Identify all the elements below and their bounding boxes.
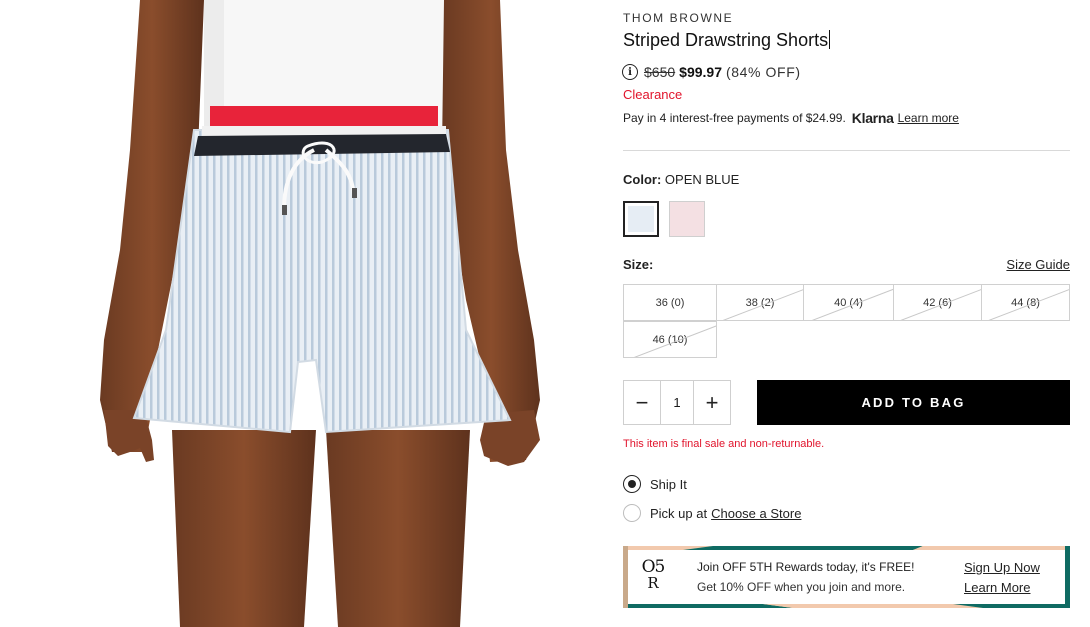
original-price: $650 bbox=[644, 64, 676, 80]
ship-it-label: Ship It bbox=[650, 476, 687, 492]
size-option-label: 36 (0) bbox=[655, 296, 685, 309]
size-option-unavailable[interactable]: 46 (10) bbox=[623, 321, 717, 358]
ship-it-radio[interactable] bbox=[623, 475, 641, 493]
rewards-logo: O5 R bbox=[639, 557, 667, 592]
size-option-unavailable[interactable]: 44 (8) bbox=[981, 284, 1070, 321]
choose-store-link[interactable]: Choose a Store bbox=[711, 506, 801, 521]
klarna-message: Pay in 4 interest-free payments of $24.9… bbox=[623, 110, 959, 126]
ship-it-option[interactable]: Ship It bbox=[623, 475, 687, 493]
product-title: Striped Drawstring Shorts bbox=[623, 30, 829, 50]
size-option[interactable]: 36 (0) bbox=[623, 284, 717, 321]
brand-name[interactable]: THOM BROWNE bbox=[623, 11, 733, 25]
size-label: Size: bbox=[623, 257, 654, 272]
learn-more-link[interactable]: Learn More bbox=[964, 580, 1030, 595]
selected-color-name: OPEN BLUE bbox=[664, 172, 740, 187]
pickup-option[interactable]: Pick up at Choose a Store bbox=[623, 504, 801, 522]
size-option-label: 42 (6) bbox=[923, 296, 952, 309]
pickup-radio[interactable] bbox=[623, 504, 641, 522]
klarna-learn-more-link[interactable]: Learn more bbox=[898, 111, 959, 125]
size-option-unavailable[interactable]: 42 (6) bbox=[893, 284, 982, 321]
color-swatch-pink[interactable] bbox=[669, 201, 705, 237]
color-label-title: Color: bbox=[623, 172, 662, 187]
swatch-fill bbox=[628, 206, 654, 232]
size-option-unavailable[interactable]: 40 (4) bbox=[803, 284, 894, 321]
quantity-value[interactable]: 1 bbox=[660, 381, 694, 424]
promo-headline: Join OFF 5TH Rewards today, it's FREE! bbox=[697, 560, 915, 574]
rewards-logo-top: O5 bbox=[641, 557, 666, 577]
size-option-unavailable[interactable]: 38 (2) bbox=[716, 284, 804, 321]
promo-content bbox=[628, 550, 1065, 604]
decrease-quantity-button[interactable]: − bbox=[624, 381, 660, 424]
increase-quantity-button[interactable]: + bbox=[694, 381, 730, 424]
price-row: i $650 $99.97 (84% OFF) bbox=[622, 64, 801, 80]
add-to-bag-button[interactable]: ADD TO BAG bbox=[757, 380, 1070, 425]
klarna-logo: Klarna bbox=[851, 110, 894, 126]
final-sale-notice: This item is final sale and non-returnab… bbox=[623, 438, 825, 450]
info-icon[interactable]: i bbox=[622, 64, 638, 80]
clearance-badge: Clearance bbox=[623, 87, 683, 102]
size-option-label: 38 (2) bbox=[745, 296, 775, 309]
promo-subline: Get 10% OFF when you join and more. bbox=[697, 580, 906, 594]
sign-up-now-link[interactable]: Sign Up Now bbox=[964, 560, 1040, 575]
product-image[interactable] bbox=[94, 0, 546, 627]
color-swatch-open-blue[interactable] bbox=[623, 201, 659, 237]
quantity-stepper: − 1 + bbox=[623, 380, 731, 425]
swatch-fill bbox=[670, 202, 704, 236]
discount-percent: (84% OFF) bbox=[725, 64, 801, 80]
rewards-logo-bottom: R bbox=[647, 574, 659, 592]
size-option-label: 44 (8) bbox=[1011, 296, 1040, 309]
divider bbox=[623, 150, 1070, 151]
rewards-promo-banner: O5 R Join OFF 5TH Rewards today, it's FR… bbox=[623, 546, 1070, 608]
color-label: Color: OPEN BLUE bbox=[623, 172, 739, 187]
klarna-text: Pay in 4 interest-free payments of $24.9… bbox=[623, 111, 846, 125]
size-guide-link[interactable]: Size Guide bbox=[1006, 257, 1070, 272]
sale-price: $99.97 bbox=[679, 64, 722, 80]
size-option-label: 40 (4) bbox=[834, 296, 863, 309]
pickup-label: Pick up at bbox=[650, 505, 708, 521]
size-option-label: 46 (10) bbox=[652, 333, 688, 346]
